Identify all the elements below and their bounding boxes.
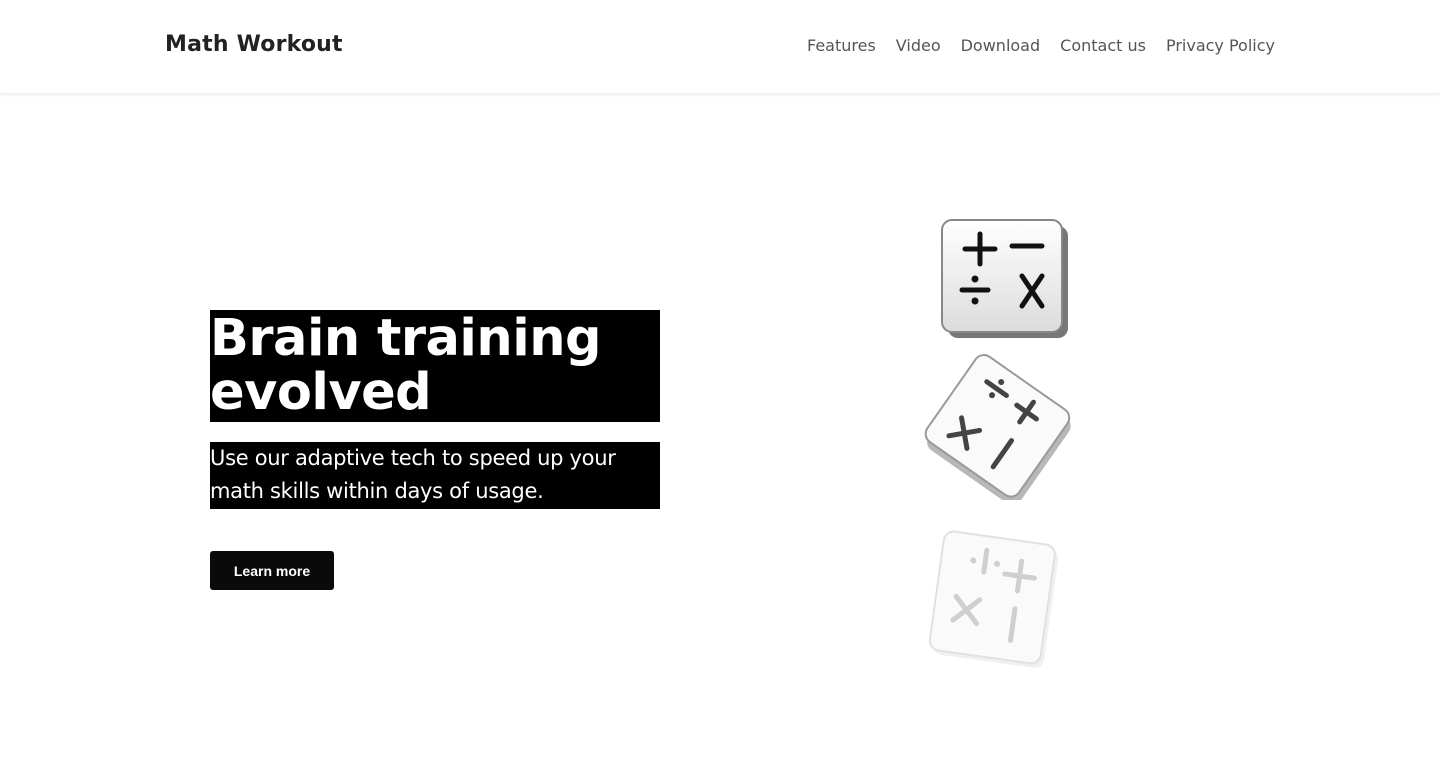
- hero-title-line-2: evolved: [210, 363, 432, 422]
- navbar: Math Workout Features Video Download Con…: [0, 0, 1440, 94]
- hero-subtitle-line-2: math skills within days of usage.: [210, 479, 544, 503]
- brand-logo[interactable]: Math Workout: [165, 32, 343, 57]
- math-operators-icon: [928, 530, 1059, 668]
- nav-link-video[interactable]: Video: [896, 36, 941, 55]
- nav-links: Features Video Download Contact us Priva…: [807, 36, 1275, 55]
- hero-title: Brain training evolved: [210, 310, 660, 422]
- nav-link-privacy-policy[interactable]: Privacy Policy: [1166, 36, 1275, 55]
- hero-subtitle-line-1: Use our adaptive tech to speed up your: [210, 446, 616, 470]
- learn-more-button[interactable]: Learn more: [210, 551, 334, 590]
- hero-subtitle: Use our adaptive tech to speed up your m…: [210, 442, 660, 509]
- nav-link-download[interactable]: Download: [961, 36, 1041, 55]
- math-operators-icon: [924, 354, 1071, 500]
- hero-title-line-1: Brain training: [210, 309, 602, 368]
- app-icon-stack: [900, 200, 1120, 690]
- nav-link-features[interactable]: Features: [807, 36, 876, 55]
- math-operators-icon: [941, 219, 1068, 338]
- nav-link-contact[interactable]: Contact us: [1060, 36, 1146, 55]
